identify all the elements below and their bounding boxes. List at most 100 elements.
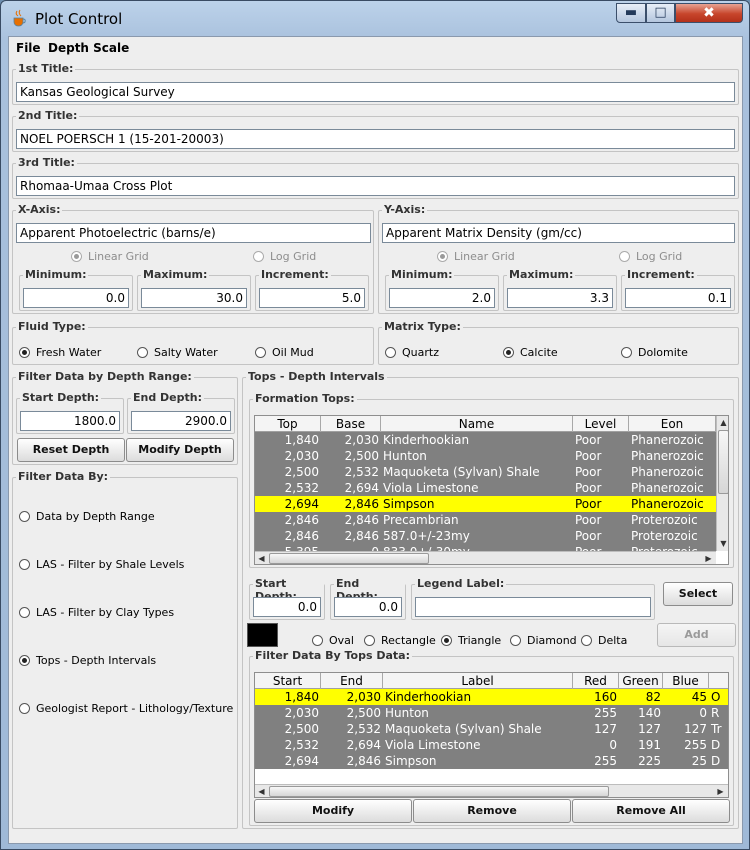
table-row[interactable]: 2,500 2,532 Maquoketa (Sylvan) Shale 127 127… [255, 721, 728, 737]
scroll-left-icon[interactable]: ◀ [255, 785, 268, 797]
filter-tops-radio[interactable]: Tops - Depth Intervals [19, 654, 156, 667]
filter-clay-types-radio[interactable]: LAS - Filter by Clay Types [19, 606, 174, 619]
first-title-input[interactable]: Kansas Geological Survey [16, 82, 735, 102]
symbol-color-swatch[interactable] [247, 623, 278, 647]
x-axis-title-input[interactable]: Apparent Photoelectric (barns/e) [16, 223, 371, 243]
start-depth-input[interactable]: 1800.0 [20, 411, 120, 431]
table-row[interactable]: 2,694 2,846 Simpson Poor Phanerozoic [255, 496, 716, 512]
fluid-salty-water-radio[interactable]: Salty Water [137, 346, 218, 359]
column-header[interactable]: Label [383, 673, 573, 689]
formation-tops-vscroll[interactable]: ▲ ▼ [716, 416, 728, 551]
column-header[interactable]: Green [619, 673, 663, 689]
x-maximum-input[interactable]: 30.0 [141, 288, 247, 308]
filter-geologist-report-radio[interactable]: Geologist Report - Lithology/Texture [19, 702, 233, 715]
table-row[interactable]: 2,532 2,694 Viola Limestone Poor Phanerozoic [255, 480, 716, 496]
scroll-thumb[interactable] [269, 786, 609, 797]
filter-shale-levels-label: LAS - Filter by Shale Levels [36, 558, 185, 571]
scroll-down-icon[interactable]: ▼ [717, 537, 728, 550]
scroll-right-icon[interactable]: ▶ [702, 552, 715, 564]
table-row[interactable]: 2,694 2,846 Simpson 255 225 25 D [255, 753, 728, 769]
table-row[interactable]: 2,030 2,500 Hunton Poor Phanerozoic [255, 448, 716, 464]
column-header[interactable]: Start [255, 673, 321, 689]
table-row[interactable]: 2,030 2,500 Hunton 255 140 0 R [255, 705, 728, 721]
symbol-diamond-radio[interactable]: Diamond [510, 634, 577, 647]
tops-start-depth-input[interactable]: 0.0 [253, 597, 321, 617]
table-row[interactable]: 2,532 2,694 Viola Limestone 0 191 255 D [255, 737, 728, 753]
y-log-grid-radio[interactable]: Log Grid [619, 250, 682, 263]
table-cell: D [711, 754, 721, 768]
scroll-right-icon[interactable]: ▶ [714, 785, 727, 797]
matrix-quartz-radio[interactable]: Quartz [385, 346, 439, 359]
column-header[interactable]: Red [573, 673, 619, 689]
symbol-rectangle-radio[interactable]: Rectangle [364, 634, 436, 647]
column-header[interactable]: End [321, 673, 383, 689]
table-row[interactable]: 1,840 2,030 Kinderhookian 160 82 45 O [255, 689, 728, 705]
radio-icon [312, 635, 323, 646]
x-log-grid-radio[interactable]: Log Grid [253, 250, 316, 263]
matrix-type-group: Matrix Type: Quartz Calcite Dolomite [378, 320, 739, 365]
select-button[interactable]: Select [663, 582, 733, 606]
symbol-triangle-radio[interactable]: Triangle [441, 634, 501, 647]
fluid-oil-mud-radio[interactable]: Oil Mud [255, 346, 314, 359]
remove-button[interactable]: Remove [413, 799, 571, 823]
symbol-oval-radio[interactable]: Oval [312, 634, 354, 647]
column-header[interactable]: Name [381, 416, 573, 432]
modify-depth-button[interactable]: Modify Depth [126, 438, 234, 462]
radio-icon [503, 347, 514, 358]
second-title-input[interactable]: NOEL POERSCH 1 (15-201-20003) [16, 129, 735, 149]
first-title-group: 1st Title: Kansas Geological Survey [12, 62, 739, 105]
y-increment-input[interactable]: 0.1 [625, 288, 731, 308]
java-coffee-icon [13, 9, 26, 27]
symbol-delta-radio[interactable]: Delta [581, 634, 627, 647]
table-row[interactable]: 2,500 2,532 Maquoketa (Sylvan) Shale Poor Ph… [255, 464, 716, 480]
column-header[interactable]: Top [255, 416, 321, 432]
end-depth-input[interactable]: 2900.0 [131, 411, 231, 431]
scroll-thumb[interactable] [718, 430, 728, 494]
y-axis-title-input[interactable]: Apparent Matrix Density (gm/cc) [382, 223, 735, 243]
title-bar[interactable]: Plot Control ▬ □ ✖ [1, 1, 749, 35]
x-increment-input[interactable]: 5.0 [259, 288, 365, 308]
column-header[interactable]: Base [321, 416, 381, 432]
table-row[interactable]: 2,846 2,846 Precambrian Poor Proterozoic [255, 512, 716, 528]
filter-tops-hscroll[interactable]: ◀ ▶ [255, 784, 728, 797]
scroll-thumb[interactable] [269, 553, 429, 564]
table-row[interactable]: 1,840 2,030 Kinderhookian Poor Phanerozoic [255, 432, 716, 448]
third-title-input[interactable]: Rhomaa-Umaa Cross Plot [16, 176, 735, 196]
menu-file[interactable]: File [16, 41, 41, 55]
column-header[interactable]: Eon [629, 416, 716, 432]
modify-button[interactable]: Modify [254, 799, 412, 823]
scroll-left-icon[interactable]: ◀ [255, 552, 268, 564]
table-cell: Phanerozoic [631, 465, 704, 479]
tops-end-depth-input[interactable]: 0.0 [334, 597, 402, 617]
y-linear-grid-radio[interactable]: Linear Grid [437, 250, 515, 263]
formation-tops-group: Formation Tops: Top Base Name Level Eon 1,84… [249, 392, 734, 568]
x-minimum-input[interactable]: 0.0 [23, 288, 129, 308]
fluid-fresh-water-radio[interactable]: Fresh Water [19, 346, 101, 359]
legend-label-input[interactable] [415, 597, 651, 617]
close-button[interactable]: ✖ [675, 3, 743, 23]
close-icon: ✖ [703, 5, 715, 21]
table-cell: Maquoketa (Sylvan) Shale [385, 722, 542, 736]
table-row[interactable]: 2,846 2,846 587.0+/-23my Poor Proterozoic [255, 528, 716, 544]
formation-tops-hscroll[interactable]: ◀ ▶ [255, 551, 716, 564]
scroll-up-icon[interactable]: ▲ [717, 416, 728, 429]
menu-depth-scale[interactable]: Depth Scale [48, 41, 129, 55]
add-button[interactable]: Add [657, 623, 736, 647]
remove-all-button[interactable]: Remove All [572, 799, 730, 823]
filter-shale-levels-radio[interactable]: LAS - Filter by Shale Levels [19, 558, 184, 571]
matrix-calcite-radio[interactable]: Calcite [503, 346, 558, 359]
column-header[interactable]: Level [573, 416, 629, 432]
matrix-dolomite-radio[interactable]: Dolomite [621, 346, 688, 359]
table-cell: 127 [684, 722, 707, 736]
reset-depth-button[interactable]: Reset Depth [17, 438, 125, 462]
x-linear-grid-radio[interactable]: Linear Grid [71, 250, 149, 263]
table-cell: Simpson [385, 754, 437, 768]
y-maximum-input[interactable]: 3.3 [507, 288, 613, 308]
y-maximum-group: Maximum: 3.3 [503, 268, 617, 311]
maximize-button[interactable]: □ [646, 3, 675, 23]
table-cell: 2,846 [344, 529, 379, 543]
filter-depth-range-radio[interactable]: Data by Depth Range [19, 510, 155, 523]
y-minimum-input[interactable]: 2.0 [389, 288, 495, 308]
column-header[interactable]: Blue [663, 673, 709, 689]
minimize-button[interactable]: ▬ [616, 3, 646, 23]
